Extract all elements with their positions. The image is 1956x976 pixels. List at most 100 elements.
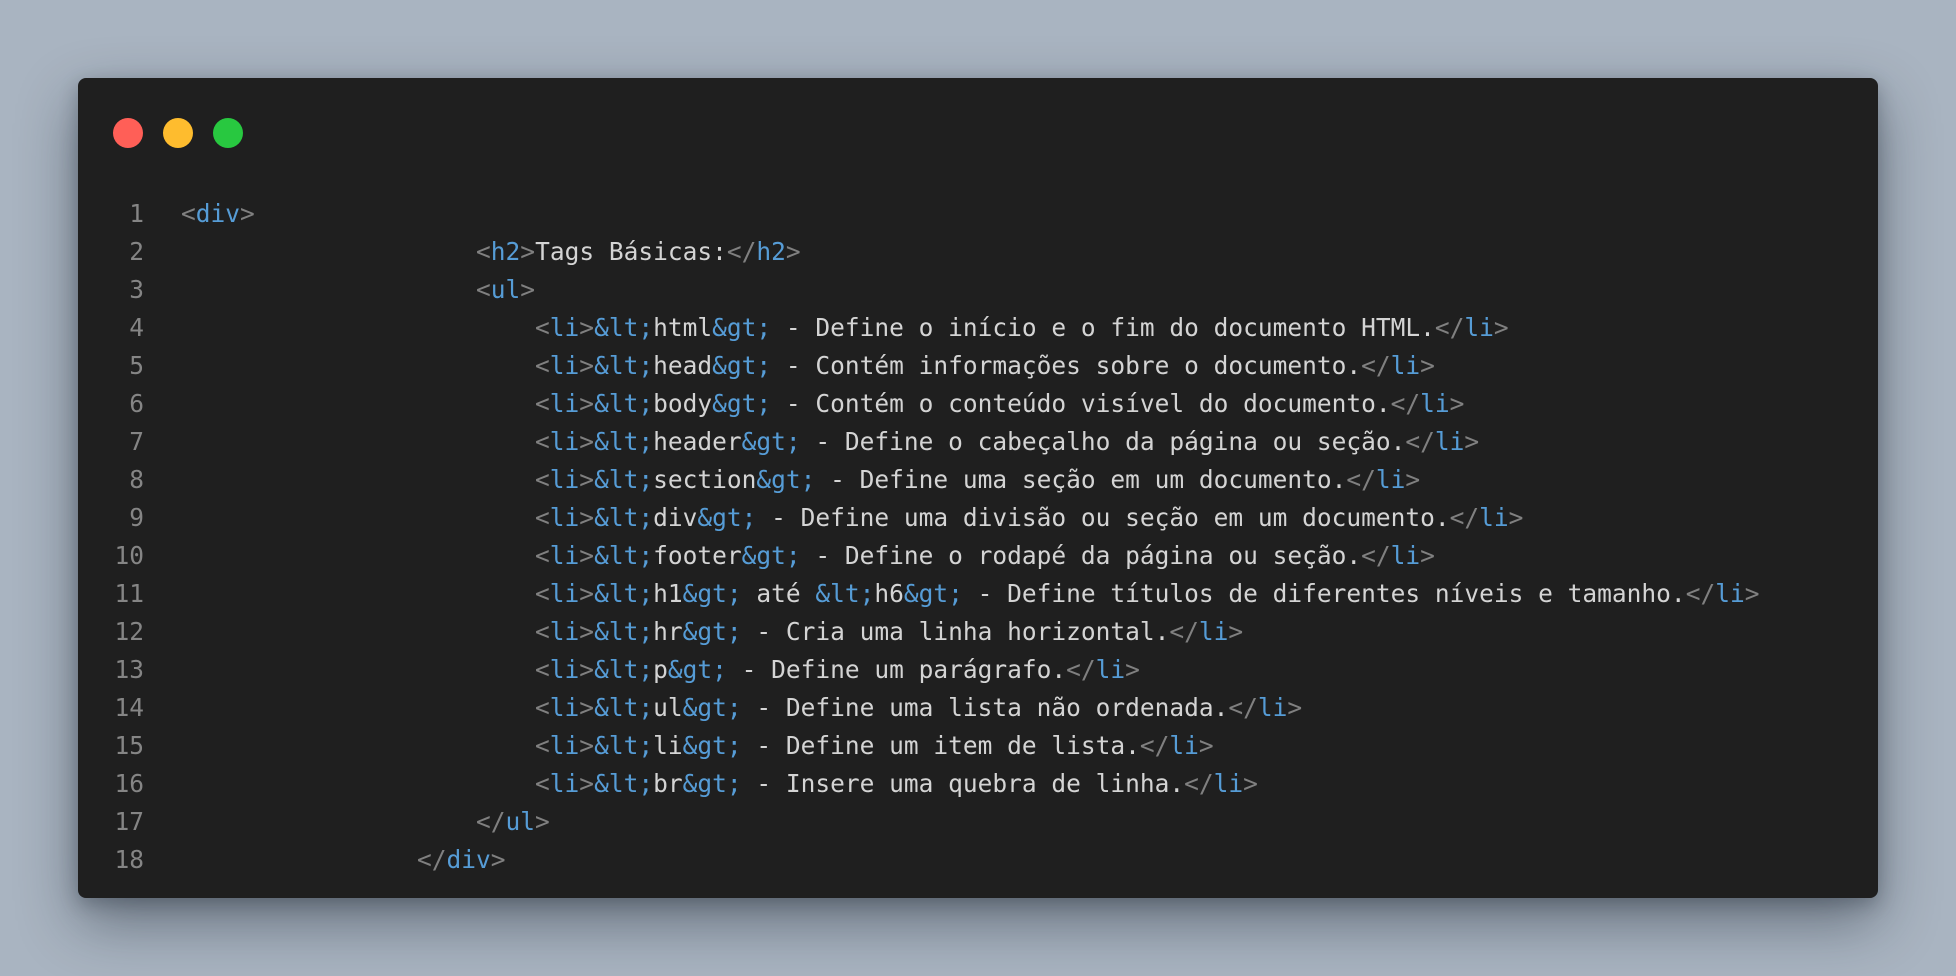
code-bracket: </: [1228, 693, 1258, 722]
line-source: <li>&lt;section&gt; - Define uma seção e…: [144, 461, 1420, 499]
code-text: hr: [653, 617, 683, 646]
code-entity: &lt;: [594, 579, 654, 608]
code-text: - Cria uma linha horizontal.: [741, 617, 1170, 646]
line-number: 4: [129, 313, 144, 342]
code-line: 11 <li>&lt;h1&gt; até &lt;h6&gt; - Defin…: [78, 575, 1878, 613]
code-bracket: </: [1066, 655, 1096, 684]
line-number: 10: [114, 541, 144, 570]
code-text: - Contém informações sobre o documento.: [771, 351, 1362, 380]
code-tag-name: li: [1434, 427, 1465, 456]
code-bracket: </: [1449, 503, 1480, 532]
code-entity: &gt;: [682, 617, 742, 646]
line-source: <li>&lt;html&gt; - Define o início e o f…: [144, 309, 1509, 347]
close-dot-icon[interactable]: [113, 118, 143, 148]
code-entity: &lt;: [594, 655, 654, 684]
code-entity: &gt;: [712, 351, 772, 380]
code-bracket: >: [579, 351, 595, 380]
line-number: 15: [114, 731, 144, 760]
code-text: - Define o rodapé da página ou seção.: [800, 541, 1362, 570]
code-bracket: >: [1243, 769, 1258, 798]
code-bracket: <: [535, 617, 550, 646]
code-line: 5 <li>&lt;head&gt; - Contém informações …: [78, 347, 1878, 385]
code-tag-name: li: [549, 541, 580, 570]
line-source: <h2>Tags Básicas:</h2>: [144, 233, 801, 271]
code-bracket: <: [535, 427, 550, 456]
code-bracket: >: [1228, 617, 1244, 646]
line-number: 9: [129, 503, 144, 532]
line-source: </ul>: [144, 803, 550, 841]
code-tag-name: li: [549, 579, 580, 608]
code-bracket: >: [1420, 541, 1435, 570]
code-bracket: >: [535, 807, 550, 836]
code-bracket: </: [1405, 427, 1435, 456]
code-bracket: </: [1390, 389, 1421, 418]
code-bracket: >: [579, 313, 595, 342]
code-line: 14 <li>&lt;ul&gt; - Define uma lista não…: [78, 689, 1878, 727]
code-bracket: </: [726, 237, 757, 266]
code-bracket: </: [1139, 731, 1170, 760]
code-entity: &lt;: [815, 579, 875, 608]
code-tag-name: li: [549, 465, 580, 494]
code-line: 1 <div>: [78, 195, 1878, 233]
line-number: 2: [129, 237, 144, 266]
code-bracket: >: [240, 199, 255, 228]
code-bracket: <: [181, 199, 196, 228]
code-bracket: >: [579, 655, 595, 684]
line-number: 7: [129, 427, 144, 456]
line-number: 18: [114, 845, 144, 874]
line-source: <li>&lt;p&gt; - Define um parágrafo.</li…: [144, 651, 1140, 689]
code-window: 1 <div> 2 <h2>Tags Básicas:</h2> 3 <ul> 4 <l…: [78, 78, 1878, 898]
code-line: 7 <li>&lt;header&gt; - Define o cabeçalh…: [78, 423, 1878, 461]
code-bracket: </: [1184, 769, 1214, 798]
code-tag-name: li: [549, 617, 580, 646]
code-bracket: </: [1169, 617, 1199, 646]
code-bracket: >: [579, 541, 595, 570]
code-bracket: <: [535, 465, 550, 494]
code-text: - Define o início e o fim do documento H…: [771, 313, 1435, 342]
code-tag-name: li: [1257, 693, 1288, 722]
code-editor[interactable]: 1 <div> 2 <h2>Tags Básicas:</h2> 3 <ul> 4 <l…: [78, 195, 1878, 879]
line-number: 17: [114, 807, 144, 836]
code-bracket: >: [579, 503, 595, 532]
line-source: <li>&lt;div&gt; - Define uma divisão ou …: [144, 499, 1523, 537]
code-bracket: <: [535, 351, 550, 380]
code-entity: &lt;: [594, 503, 654, 532]
minimize-dot-icon[interactable]: [163, 118, 193, 148]
code-entity: &lt;: [594, 693, 654, 722]
code-entity: &lt;: [594, 351, 654, 380]
code-bracket: >: [1464, 427, 1480, 456]
code-text: li: [653, 731, 683, 760]
code-bracket: </: [1346, 465, 1376, 494]
line-number: 14: [114, 693, 144, 722]
code-bracket: >: [579, 389, 595, 418]
code-tag-name: li: [1715, 579, 1745, 608]
code-entity: &gt;: [741, 541, 801, 570]
maximize-dot-icon[interactable]: [213, 118, 243, 148]
code-text: ul: [653, 693, 683, 722]
code-bracket: </: [1685, 579, 1716, 608]
code-bracket: >: [1449, 389, 1465, 418]
code-entity: &gt;: [741, 427, 801, 456]
code-bracket: <: [535, 579, 550, 608]
code-entity: &lt;: [594, 769, 654, 798]
code-tag-name: li: [1390, 541, 1421, 570]
code-bracket: <: [535, 655, 550, 684]
code-entity: &lt;: [594, 617, 654, 646]
line-number: 11: [114, 579, 144, 608]
code-bracket: >: [579, 617, 595, 646]
code-entity: &gt;: [712, 389, 772, 418]
code-bracket: >: [1493, 313, 1509, 342]
code-bracket: </: [1361, 541, 1391, 570]
code-text: footer: [653, 541, 742, 570]
code-tag-name: li: [549, 351, 580, 380]
code-bracket: </: [476, 807, 506, 836]
code-line: 13 <li>&lt;p&gt; - Define um parágrafo.<…: [78, 651, 1878, 689]
code-text: - Define um parágrafo.: [726, 655, 1067, 684]
code-tag-name: li: [549, 503, 580, 532]
code-entity: &lt;: [594, 313, 654, 342]
code-bracket: >: [520, 237, 536, 266]
